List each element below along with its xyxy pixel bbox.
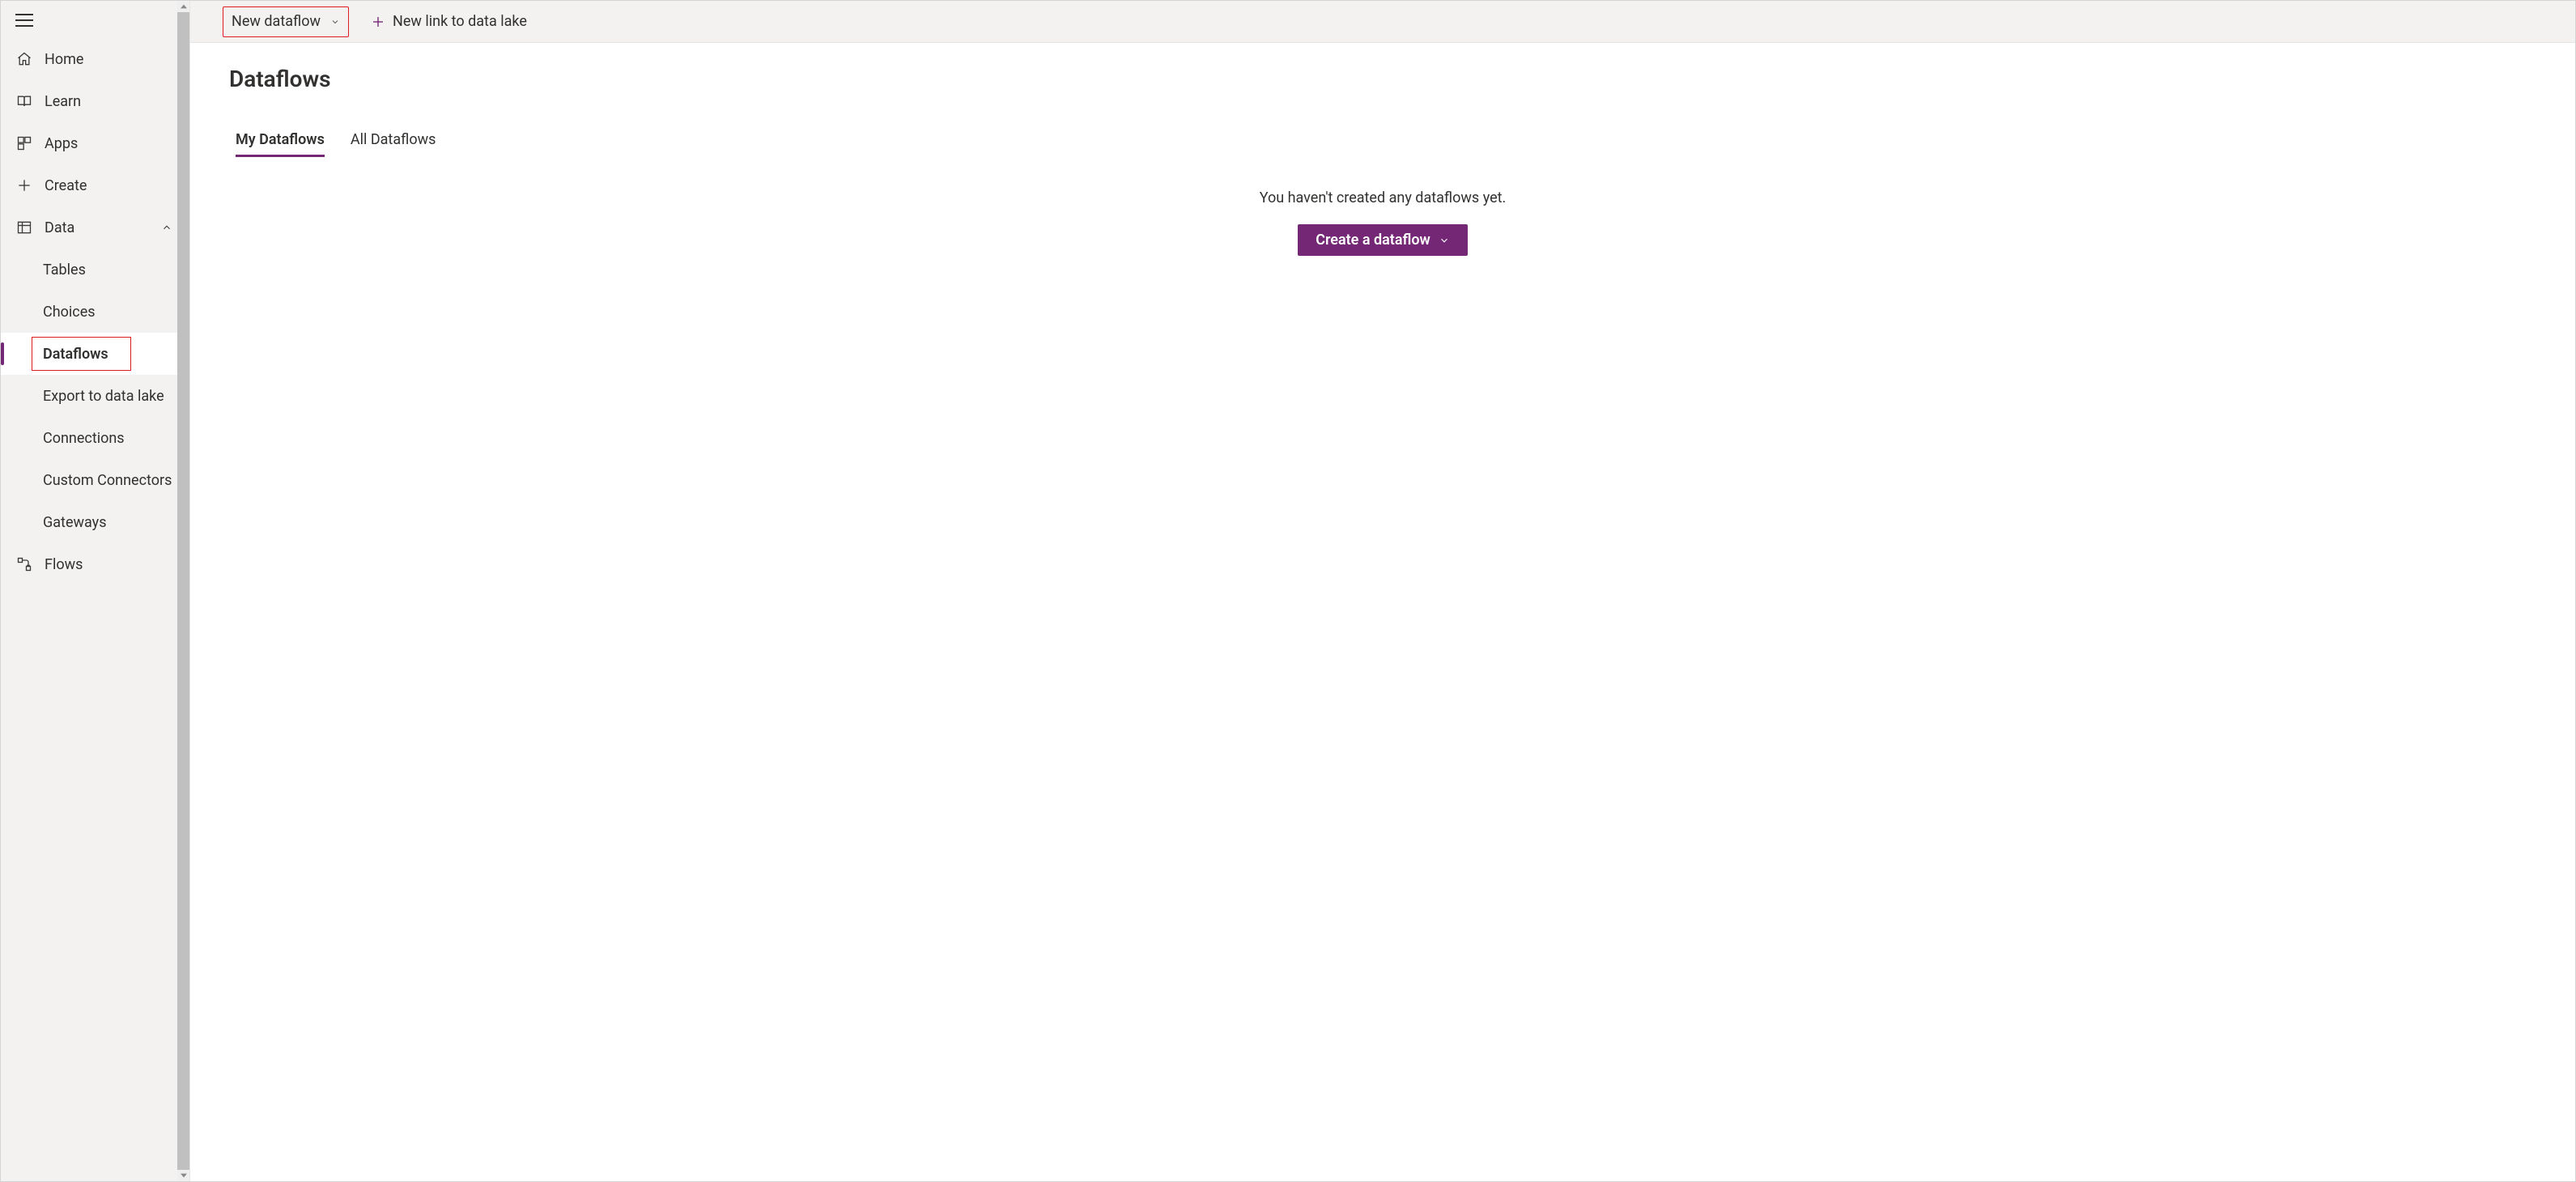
sidebar-item-tables[interactable]: Tables	[1, 249, 189, 291]
sidebar-item-label: Choices	[43, 304, 175, 321]
scroll-down-arrow[interactable]	[177, 1170, 189, 1181]
sidebar-item-connections[interactable]: Connections	[1, 417, 189, 459]
scroll-thumb[interactable]	[177, 12, 189, 1170]
hamburger-menu[interactable]	[15, 14, 33, 27]
sidebar-item-label: Data	[45, 219, 159, 236]
chevron-down-icon	[1439, 235, 1450, 246]
sidebar-data-children: Tables Choices Dataflows Export to data …	[1, 249, 189, 543]
new-link-data-lake-button[interactable]: New link to data lake	[362, 6, 535, 37]
sidebar-item-label: Dataflows	[43, 346, 175, 363]
create-icon	[15, 176, 33, 194]
page-content: Dataflows My Dataflows All Dataflows You…	[190, 43, 2575, 1181]
command-bar: New dataflow New link to data lake	[190, 1, 2575, 43]
cmd-label: New dataflow	[232, 13, 321, 30]
sidebar-item-dataflows[interactable]: Dataflows	[1, 333, 189, 375]
sidebar-item-label: Custom Connectors	[43, 472, 175, 489]
tabs: My Dataflows All Dataflows	[229, 131, 2536, 157]
tab-label: My Dataflows	[236, 131, 325, 148]
sidebar-item-label: Gateways	[43, 514, 175, 531]
flows-icon	[15, 555, 33, 573]
tab-my-dataflows[interactable]: My Dataflows	[236, 131, 325, 157]
home-icon	[15, 50, 33, 68]
sidebar-item-label: Connections	[43, 430, 175, 447]
apps-icon	[15, 134, 33, 152]
sidebar-item-flows[interactable]: Flows	[1, 543, 189, 585]
sidebar-item-label: Create	[45, 177, 175, 194]
app-shell: Home Learn Apps Create	[0, 0, 2576, 1182]
sidebar-item-choices[interactable]: Choices	[1, 291, 189, 333]
plus-icon	[370, 14, 386, 30]
new-dataflow-button[interactable]: New dataflow	[223, 6, 349, 37]
sidebar-item-learn[interactable]: Learn	[1, 80, 189, 122]
sidebar-item-gateways[interactable]: Gateways	[1, 501, 189, 543]
scroll-track[interactable]	[177, 12, 189, 1170]
sidebar: Home Learn Apps Create	[1, 1, 190, 1181]
cta-label: Create a dataflow	[1316, 232, 1430, 249]
page-title: Dataflows	[229, 66, 2536, 92]
empty-message: You haven't created any dataflows yet.	[229, 189, 2536, 206]
sidebar-item-custom-connectors[interactable]: Custom Connectors	[1, 459, 189, 501]
chevron-up-icon	[159, 219, 175, 236]
tab-label: All Dataflows	[351, 131, 436, 148]
create-dataflow-button[interactable]: Create a dataflow	[1298, 224, 1468, 256]
sidebar-item-label: Flows	[45, 556, 175, 573]
sidebar-scrollbar[interactable]	[177, 1, 189, 1181]
tab-all-dataflows[interactable]: All Dataflows	[351, 131, 436, 157]
sidebar-item-label: Export to data lake	[43, 388, 175, 405]
sidebar-item-label: Apps	[45, 135, 175, 152]
data-icon	[15, 219, 33, 236]
sidebar-item-label: Home	[45, 51, 175, 68]
sidebar-item-export-data-lake[interactable]: Export to data lake	[1, 375, 189, 417]
empty-state: You haven't created any dataflows yet. C…	[229, 189, 2536, 256]
sidebar-item-label: Tables	[43, 261, 175, 278]
sidebar-item-apps[interactable]: Apps	[1, 122, 189, 164]
learn-icon	[15, 92, 33, 110]
chevron-down-icon	[330, 17, 340, 27]
sidebar-item-home[interactable]: Home	[1, 38, 189, 80]
sidebar-item-data[interactable]: Data	[1, 206, 189, 249]
sidebar-item-label: Learn	[45, 93, 175, 110]
sidebar-item-create[interactable]: Create	[1, 164, 189, 206]
cmd-label: New link to data lake	[393, 13, 527, 30]
scroll-up-arrow[interactable]	[177, 1, 189, 12]
main: New dataflow New link to data lake Dataf…	[190, 1, 2575, 1181]
